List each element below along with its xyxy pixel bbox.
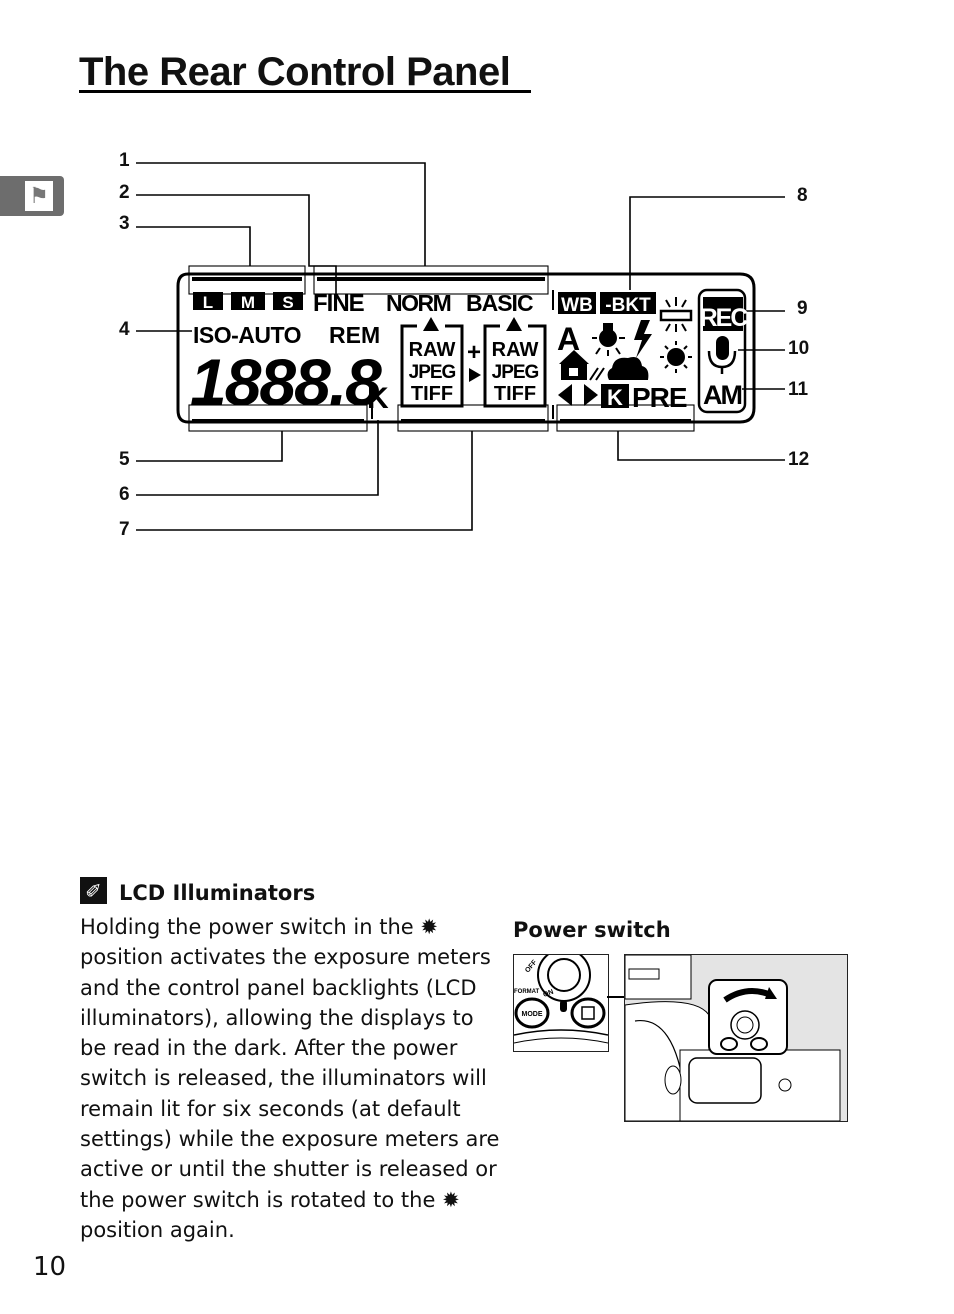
quality-norm: NORM [386, 290, 451, 316]
power-switch-caption: Power switch [513, 918, 671, 942]
format-left-jpeg: JPEG [409, 362, 456, 383]
incandescent-icon [592, 323, 625, 356]
format-right-jpeg: JPEG [492, 362, 539, 383]
format-box-right: RAW JPEG TIFF [483, 317, 547, 408]
format-left-tiff: TIFF [411, 383, 453, 405]
power-switch-closeup-image: OFF ON FORMAT MODE [513, 954, 609, 1052]
am-indicator: AM [703, 380, 741, 410]
format-label: FORMAT [514, 989, 540, 995]
k-indicator: K [367, 382, 389, 415]
size-l: L [203, 293, 213, 312]
note-body: Holding the power switch in the ✹ positi… [80, 915, 500, 1242]
leader-1 [136, 162, 426, 266]
arrow-left-icon [558, 384, 572, 406]
note-title: LCD Illuminators [119, 881, 316, 905]
sun-icon [660, 341, 692, 373]
frame-count-digits: 1888.8 [190, 345, 382, 419]
page-number: 10 [33, 1252, 67, 1282]
rear-control-panel-diagram: L M S FINE NORM BASIC ISO-AUTO REM 1888.… [136, 162, 785, 531]
rec-indicator: REC [700, 304, 749, 332]
plus-sign: + [467, 339, 481, 366]
leader-12 [617, 431, 785, 461]
off-label: OFF [524, 959, 539, 975]
leader-7 [136, 431, 473, 531]
format-box-left: RAW JPEG TIFF [400, 317, 464, 408]
camera-rear-image [624, 954, 848, 1122]
auto-wb-a: A [557, 321, 580, 357]
leader-2 [136, 194, 337, 300]
format-right-raw: RAW [492, 339, 539, 361]
preset-indicator: PRE [632, 382, 687, 413]
size-s: S [282, 293, 293, 312]
quality-basic: BASIC [466, 290, 533, 316]
format-left-raw: RAW [409, 339, 456, 361]
kelvin-box: K [607, 385, 623, 410]
leader-5 [136, 431, 283, 462]
wb-indicator: WB [561, 295, 593, 316]
image-size-indicators: L M S [193, 292, 303, 312]
paperclip-note-icon: ✐ [80, 877, 107, 904]
flash-icon [634, 320, 652, 358]
arrow-right-icon [469, 368, 481, 382]
mode-label: MODE [522, 1011, 543, 1018]
microphone-icon [707, 336, 737, 374]
format-right-tiff: TIFF [494, 383, 536, 405]
leader-8 [629, 196, 785, 290]
size-m: M [241, 293, 255, 312]
cloud-icon [607, 357, 649, 380]
arrow-right-wb-icon [584, 384, 598, 406]
leader-3 [136, 226, 251, 266]
bkt-indicator: -BKT [605, 295, 651, 316]
fluorescent-icon [659, 297, 693, 332]
quality-fine: FINE [313, 290, 365, 317]
